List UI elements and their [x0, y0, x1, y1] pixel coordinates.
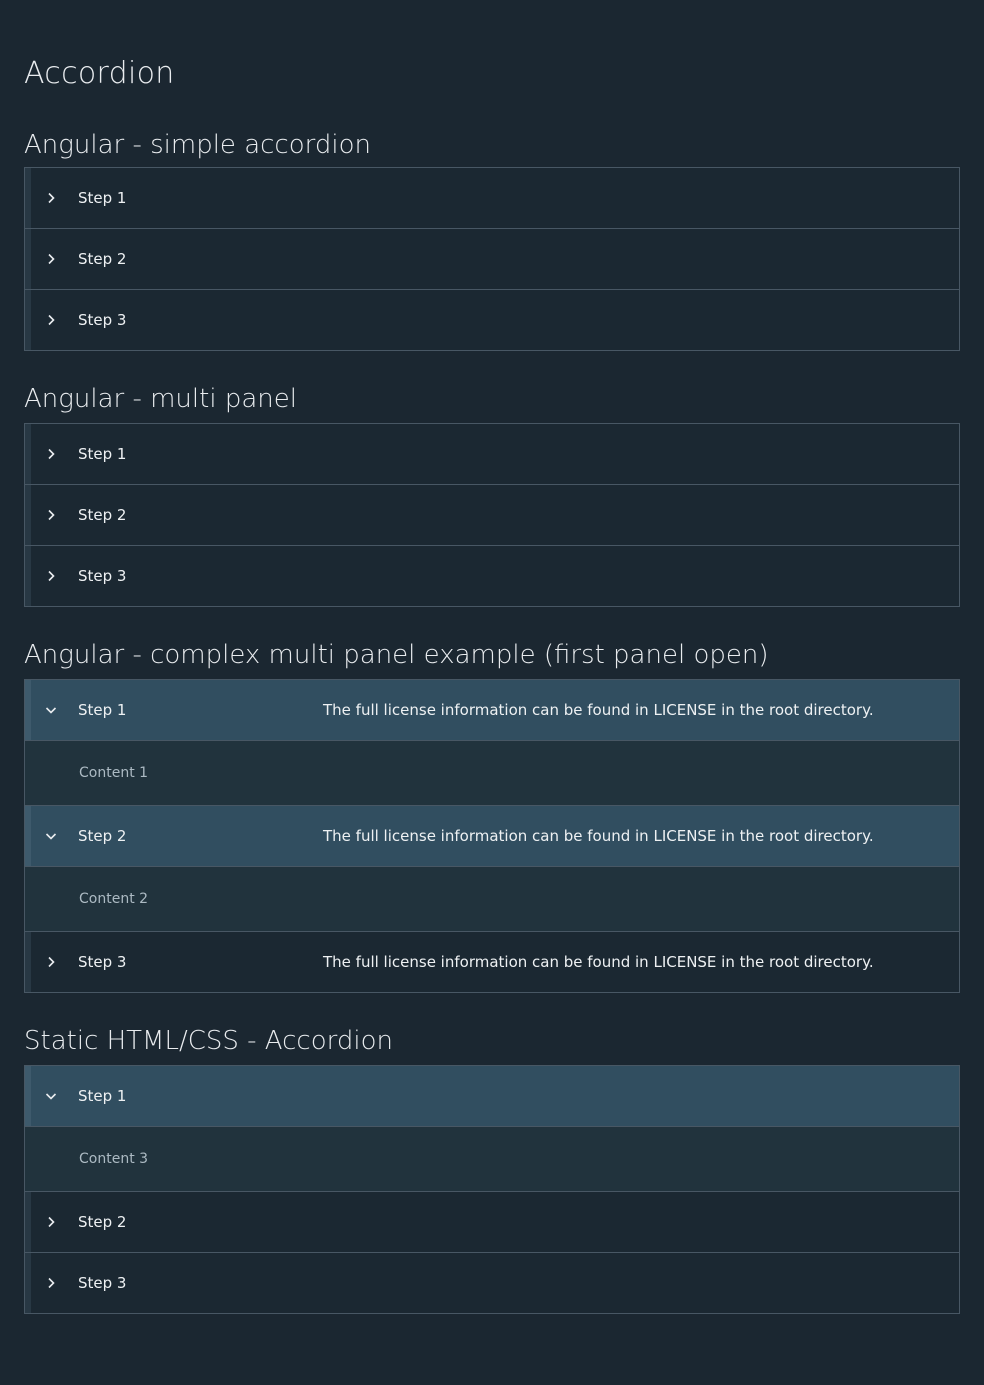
- panel-title: Step 1: [78, 189, 127, 207]
- panel-header-step-2[interactable]: Step 2: [25, 229, 959, 289]
- accordion-demo-page: Accordion Angular - simple accordion Ste…: [0, 0, 984, 1314]
- accordion-panel: Step 2: [25, 1192, 959, 1253]
- section-title-complex: Angular - complex multi panel example (f…: [24, 640, 769, 670]
- chevron-right-icon: [45, 1277, 57, 1289]
- panel-content: Content 2: [25, 866, 959, 931]
- panel-title: Step 3: [78, 567, 127, 585]
- chevron-right-icon: [45, 448, 57, 460]
- panel-header-step-1[interactable]: Step 1 The full license information can …: [25, 680, 959, 740]
- multi-panel-accordion: Step 1 Step 2 Step 3: [24, 423, 960, 607]
- panel-content: Content 3: [25, 1126, 959, 1191]
- panel-content: Content 1: [25, 740, 959, 805]
- panel-header-step-3[interactable]: Step 3 The full license information can …: [25, 932, 959, 992]
- accordion-panel: Step 1: [25, 168, 959, 229]
- chevron-right-icon: [45, 956, 57, 968]
- panel-title: Step 2: [78, 827, 127, 845]
- accordion-panel: Step 3: [25, 290, 959, 350]
- accordion-panel: Step 3: [25, 1253, 959, 1313]
- accordion-panel: Step 2: [25, 229, 959, 290]
- chevron-down-icon: [45, 1090, 57, 1102]
- panel-title: Step 3: [78, 1274, 127, 1292]
- panel-title: Step 3: [78, 953, 127, 971]
- panel-header-step-1[interactable]: Step 1: [25, 424, 959, 484]
- panel-title: Step 2: [78, 1213, 127, 1231]
- accordion-panel: Step 2: [25, 485, 959, 546]
- simple-accordion: Step 1 Step 2 Step 3: [24, 167, 960, 351]
- panel-title: Step 2: [78, 506, 127, 524]
- complex-multi-panel-accordion: Step 1 The full license information can …: [24, 679, 960, 993]
- panel-title: Step 3: [78, 311, 127, 329]
- section-title-multi: Angular - multi panel: [24, 384, 297, 414]
- panel-header-step-2[interactable]: Step 2 The full license information can …: [25, 806, 959, 866]
- section-title-simple: Angular - simple accordion: [24, 130, 371, 160]
- panel-content-text: Content 3: [79, 1151, 149, 1167]
- panel-header-step-2[interactable]: Step 2: [25, 485, 959, 545]
- section-title-static: Static HTML/CSS - Accordion: [24, 1026, 393, 1056]
- chevron-right-icon: [45, 570, 57, 582]
- panel-header-step-3[interactable]: Step 3: [25, 290, 959, 350]
- panel-title: Step 1: [78, 445, 127, 463]
- chevron-right-icon: [45, 253, 57, 265]
- accordion-panel: Step 3: [25, 546, 959, 606]
- panel-header-step-3[interactable]: Step 3: [25, 546, 959, 606]
- accordion-panel: Step 2 The full license information can …: [25, 806, 959, 932]
- panel-content-text: Content 2: [79, 891, 149, 907]
- static-accordion: Step 1 Content 3 Step 2 Step 3: [24, 1065, 960, 1314]
- accordion-panel: Step 1: [25, 424, 959, 485]
- panel-content-text: Content 1: [79, 765, 149, 781]
- panel-header-step-2[interactable]: Step 2: [25, 1192, 959, 1252]
- panel-header-step-1[interactable]: Step 1: [25, 1066, 959, 1126]
- panel-header-step-1[interactable]: Step 1: [25, 168, 959, 228]
- chevron-down-icon: [45, 830, 57, 842]
- chevron-right-icon: [45, 1216, 57, 1228]
- chevron-right-icon: [45, 192, 57, 204]
- panel-header-step-3[interactable]: Step 3: [25, 1253, 959, 1313]
- panel-title: Step 2: [78, 250, 127, 268]
- panel-title: Step 1: [78, 701, 127, 719]
- accordion-panel: Step 1 The full license information can …: [25, 680, 959, 806]
- chevron-right-icon: [45, 314, 57, 326]
- accordion-panel: Step 3 The full license information can …: [25, 932, 959, 992]
- panel-title: Step 1: [78, 1087, 127, 1105]
- page-title: Accordion: [24, 56, 175, 91]
- panel-description: The full license information can be foun…: [323, 953, 874, 971]
- panel-description: The full license information can be foun…: [323, 827, 874, 845]
- chevron-down-icon: [45, 704, 57, 716]
- chevron-right-icon: [45, 509, 57, 521]
- panel-description: The full license information can be foun…: [323, 701, 874, 719]
- accordion-panel: Step 1 Content 3: [25, 1066, 959, 1192]
